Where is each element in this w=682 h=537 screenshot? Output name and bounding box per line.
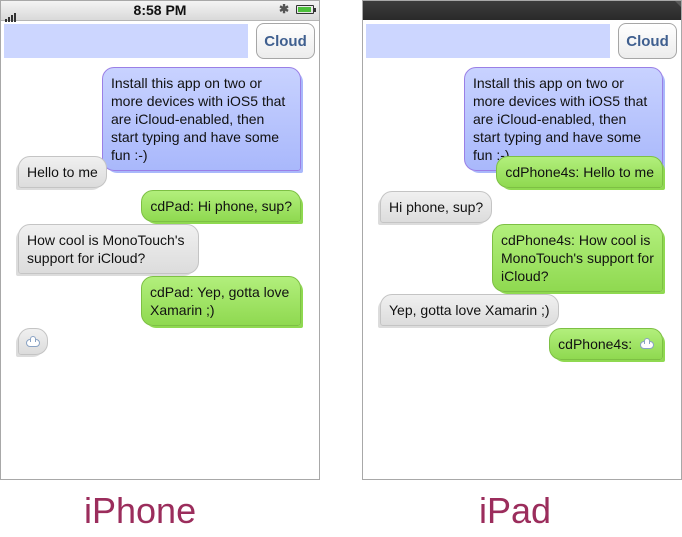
message-bubble: cdPad: Hi phone, sup? [141,190,301,222]
message-bubble: Install this app on two or more devices … [102,67,301,171]
iphone-caption: iPhone [84,490,197,531]
message-text: How cool is MonoTouch's support for iClo… [27,232,185,266]
message-text: Install this app on two or more devices … [111,75,286,163]
message-text: cdPhone4s: Hello to me [505,164,654,180]
ipad-caption: iPad [479,490,552,531]
message-text: cdPhone4s: How cool is MonoTouch's suppo… [501,232,654,284]
cloud-send-button[interactable]: Cloud [256,23,315,59]
compose-toolbar: Cloud [1,21,319,65]
ipad-status-bar [363,1,681,20]
message-bubble: cdPhone4s: Hello to me [496,156,663,188]
cloud-icon [640,338,654,350]
message-text: cdPad: Hi phone, sup? [150,198,292,214]
status-time: 8:58 PM [133,2,187,18]
compose-toolbar: Cloud [363,21,681,65]
message-input[interactable] [366,24,610,58]
message-text: cdPad: Yep, gotta love Xamarin ;) [150,284,290,318]
message-text: Hi phone, sup? [389,199,484,215]
ipad-screen: Cloud Install this app on two or more de… [362,0,682,480]
status-bar: 8:58 PM ✱ [1,1,319,22]
message-text: cdPhone4s: [558,336,636,352]
message-text: Hello to me [27,164,98,180]
message-bubble: Hello to me [18,156,107,188]
battery-icon [296,5,316,14]
message-bubble: How cool is MonoTouch's support for iClo… [18,224,199,274]
iphone-screen: 8:58 PM ✱ Cloud Install this app on two … [0,0,320,480]
message-bubble: Hi phone, sup? [380,191,493,223]
bluetooth-icon: ✱ [279,2,290,16]
cloud-icon [26,336,40,348]
message-text: Yep, gotta love Xamarin ;) [389,302,550,318]
message-bubble [18,328,48,355]
message-text: Install this app on two or more devices … [473,75,648,163]
cloud-send-button[interactable]: Cloud [618,23,677,59]
message-bubble: cdPhone4s: [549,328,663,360]
message-bubble: cdPad: Yep, gotta love Xamarin ;) [141,276,301,326]
message-bubble: cdPhone4s: How cool is MonoTouch's suppo… [492,224,663,292]
message-input[interactable] [4,24,248,58]
message-bubble: Yep, gotta love Xamarin ;) [380,294,559,326]
